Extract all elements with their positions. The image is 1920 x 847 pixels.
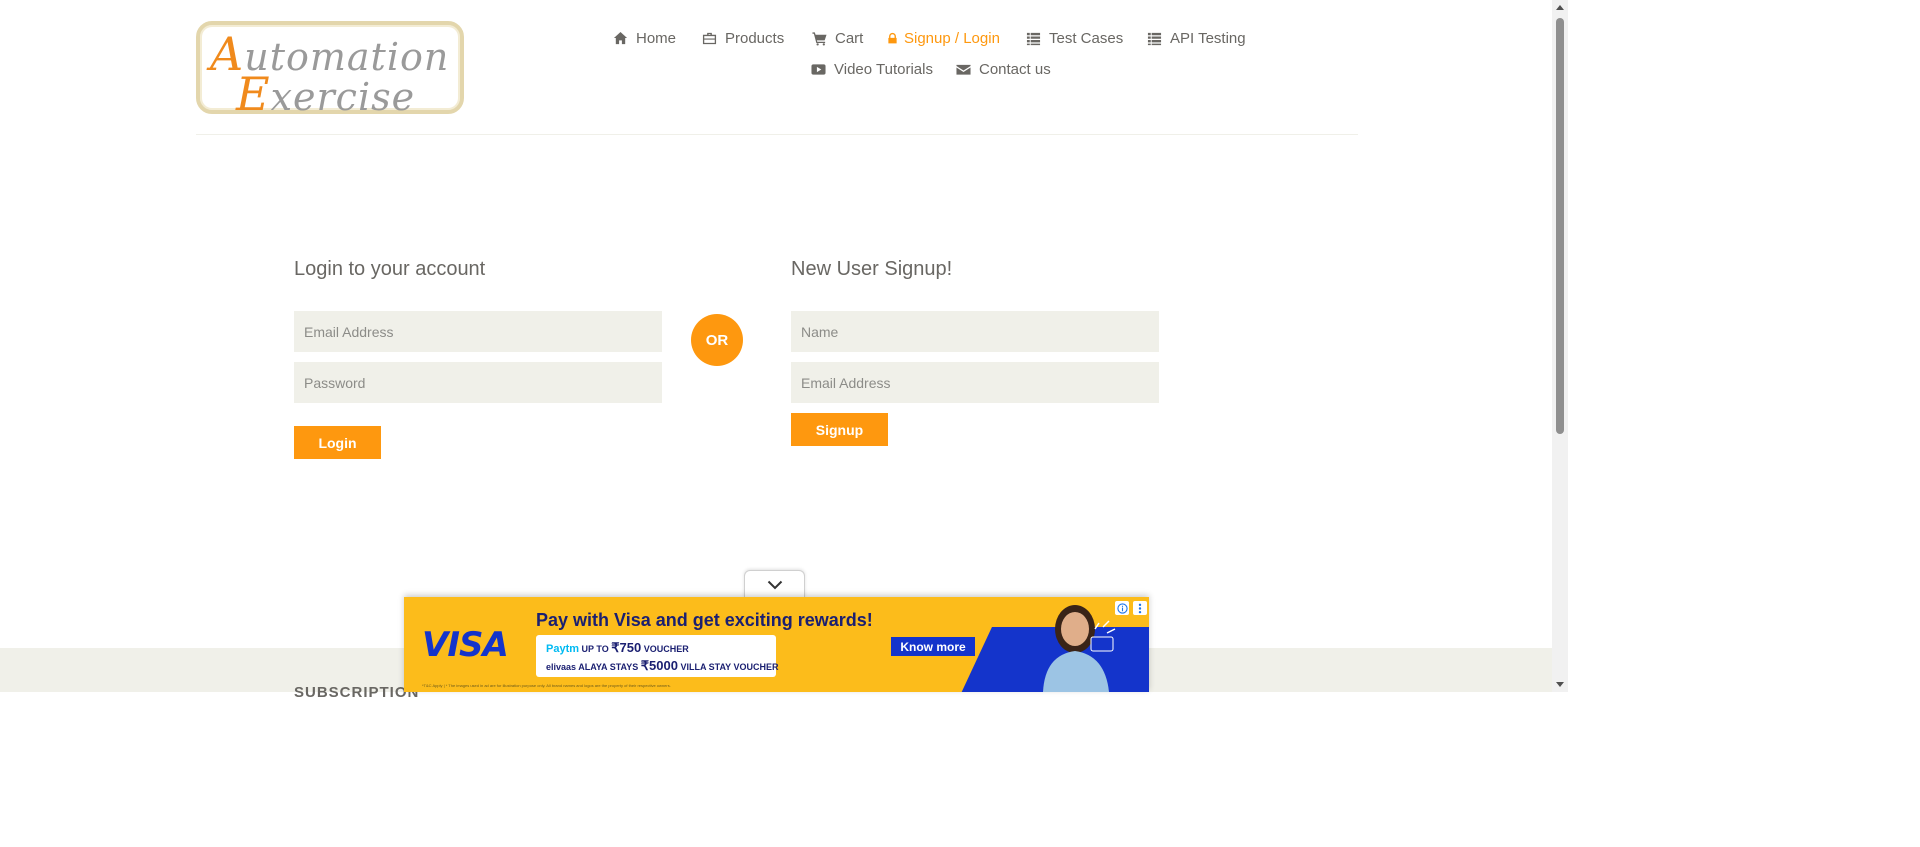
nav-api-testing-label: API Testing (1170, 30, 1246, 47)
ad-model-image (1043, 605, 1116, 692)
page-scrollbar[interactable] (1552, 0, 1568, 692)
ad-voucher-paytm: Paytm UP TO ₹750 VOUCHER (546, 640, 689, 655)
ad-headline: Pay with Visa and get exciting rewards! (536, 610, 873, 630)
or-divider-badge: OR (691, 314, 743, 366)
ad-options-icon[interactable] (1133, 601, 1147, 615)
signup-name-input[interactable] (791, 311, 1159, 352)
login-email-input[interactable] (294, 311, 662, 352)
nav-api-testing[interactable]: API Testing (1147, 30, 1246, 47)
nav-test-cases-label: Test Cases (1049, 30, 1124, 47)
nav-test-cases[interactable]: Test Cases (1026, 30, 1123, 47)
nav-home-label: Home (636, 30, 677, 47)
list-icon (1147, 32, 1162, 46)
login-button[interactable]: Login (294, 426, 381, 459)
nav-contact-us[interactable]: Contact us (956, 61, 1051, 78)
home-icon (613, 31, 628, 45)
login-form-title: Login to your account (294, 258, 486, 280)
nav-products-label: Products (725, 30, 785, 47)
youtube-icon (811, 64, 826, 75)
visa-ad-banner[interactable]: VISA Pay with Visa and get exciting rewa… (404, 597, 1149, 692)
site-logo[interactable]: Automation Exercise (196, 21, 464, 121)
nav-contact-us-label: Contact us (979, 61, 1051, 78)
visa-logo: VISA (422, 625, 509, 665)
logo-line-2: Exercise (236, 67, 416, 121)
scroll-down-arrow[interactable] (1556, 682, 1564, 687)
nav-products[interactable]: Products (702, 30, 784, 47)
nav-video-tutorials-label: Video Tutorials (834, 61, 933, 78)
nav-signup-login-label: Signup / Login (904, 30, 1000, 47)
ad-collapse-toggle[interactable] (744, 570, 805, 598)
subscription-heading: SUBSCRIPTION (294, 684, 420, 701)
nav-home[interactable]: Home (613, 30, 676, 47)
nav-cart-label: Cart (835, 30, 864, 47)
ad-know-more-button[interactable]: Know more (891, 637, 975, 656)
nav-cart[interactable]: Cart (812, 30, 863, 47)
briefcase-icon (702, 32, 717, 45)
signup-form-title: New User Signup! (791, 258, 953, 280)
lock-icon (888, 32, 897, 44)
cart-icon (812, 32, 827, 46)
ad-voucher-box: Paytm UP TO ₹750 VOUCHER elivaas ALAYA S… (536, 635, 779, 677)
nav-video-tutorials[interactable]: Video Tutorials (811, 61, 933, 78)
signup-email-input[interactable] (791, 362, 1159, 403)
chevron-down-icon (767, 580, 782, 589)
ad-terms-text: *T&C Apply | * The images used in ad are… (422, 683, 671, 688)
scrollbar-thumb[interactable] (1556, 18, 1564, 434)
scroll-up-arrow[interactable] (1556, 5, 1564, 10)
signup-button[interactable]: Signup (791, 413, 888, 446)
ad-voucher-villa: elivaas ALAYA STAYS ₹5000 VILLA STAY VOU… (546, 658, 779, 673)
nav-signup-login[interactable]: Signup / Login (887, 30, 1000, 47)
ad-info-icon[interactable] (1115, 601, 1129, 615)
header-divider (196, 134, 1358, 135)
login-password-input[interactable] (294, 362, 662, 403)
list-icon (1026, 32, 1041, 46)
envelope-icon (956, 64, 971, 75)
